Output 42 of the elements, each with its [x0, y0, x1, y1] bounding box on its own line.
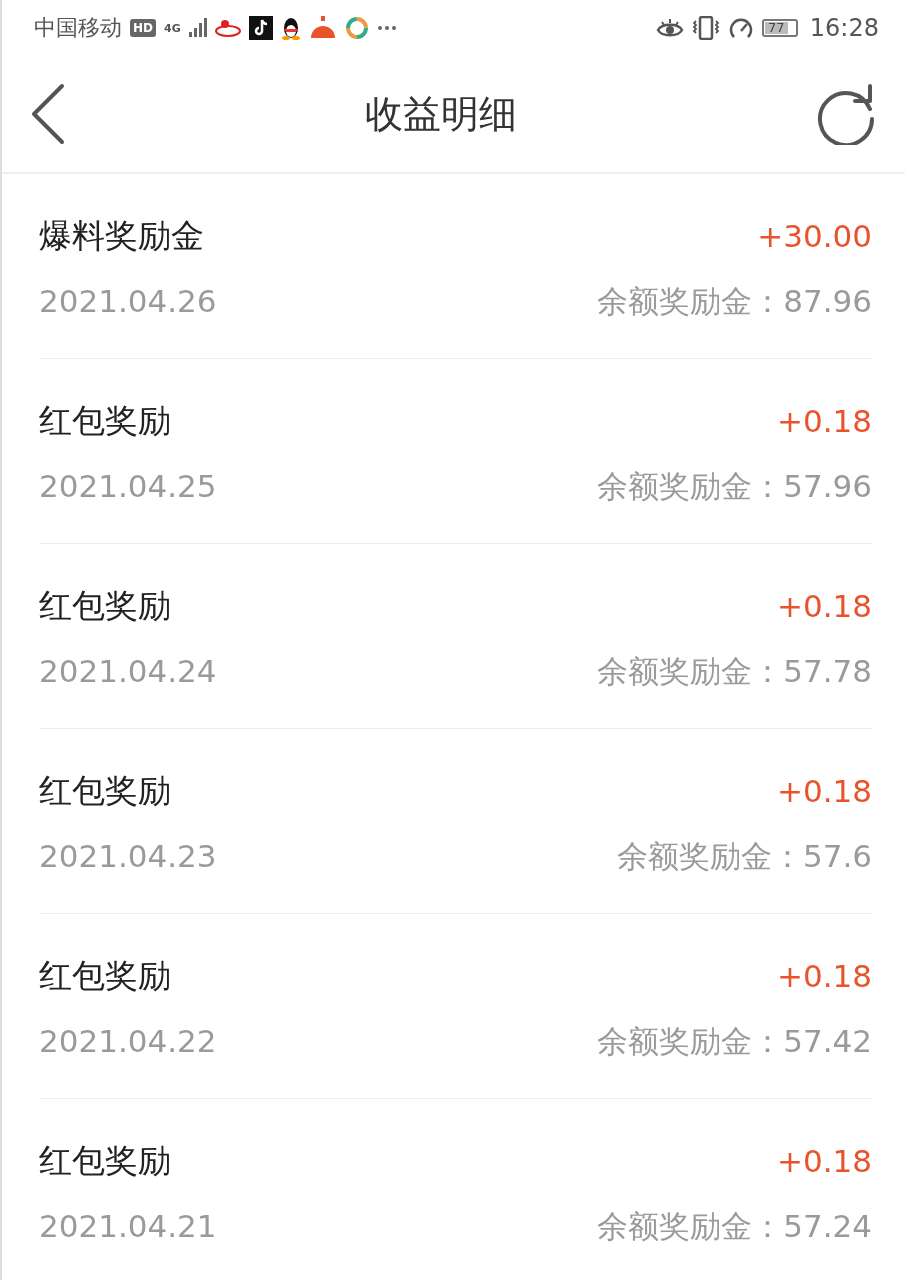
carrier-name: 中国移动 — [34, 14, 122, 42]
clock-time: 16:28 — [809, 14, 879, 42]
record-amount: +0.18 — [777, 772, 872, 809]
record-balance: 余额奖励金：87.96 — [597, 281, 872, 321]
battery-icon: 77 — [761, 19, 798, 37]
record-date: 2021.04.25 — [39, 467, 217, 504]
network-type: 4G — [164, 21, 181, 35]
record-date: 2021.04.21 — [39, 1207, 217, 1244]
page-title: 收益明细 — [364, 90, 517, 138]
record-balance: 余额奖励金：57.6 — [616, 836, 872, 876]
record-amount: +0.18 — [777, 957, 872, 994]
record-title: 红包奖励 — [39, 584, 171, 627]
record-amount: +0.18 — [777, 402, 872, 439]
app-icon — [344, 16, 369, 40]
record-title: 红包奖励 — [39, 1139, 171, 1182]
record-balance: 余额奖励金：57.24 — [597, 1206, 872, 1246]
eye-icon — [655, 18, 684, 38]
music-note-icon — [248, 16, 273, 40]
signal-icon — [188, 18, 207, 38]
app-icon — [308, 16, 337, 40]
record-date: 2021.04.26 — [39, 282, 217, 319]
record-date: 2021.04.23 — [39, 837, 217, 874]
record-amount: +0.18 — [777, 587, 872, 624]
record-date: 2021.04.24 — [39, 652, 217, 689]
record-title: 红包奖励 — [39, 954, 171, 997]
record-amount: +0.18 — [777, 1142, 872, 1179]
app-icon — [214, 17, 241, 39]
record-amount: +30.00 — [757, 217, 872, 254]
record-balance: 余额奖励金：57.96 — [597, 466, 872, 506]
more-icon — [376, 25, 397, 31]
vibrate-icon — [691, 16, 720, 40]
back-icon[interactable] — [30, 83, 66, 145]
hd-badge: HD — [130, 19, 156, 37]
penguin-icon — [280, 16, 301, 40]
record-date: 2021.04.22 — [39, 1022, 217, 1059]
record-title: 爆料奖励金 — [39, 214, 204, 257]
refresh-icon[interactable] — [815, 83, 877, 145]
record-balance: 余额奖励金：57.78 — [597, 651, 872, 691]
record-balance: 余额奖励金：57.42 — [597, 1021, 872, 1061]
record-title: 红包奖励 — [39, 399, 171, 442]
speedometer-icon — [727, 16, 754, 40]
record-title: 红包奖励 — [39, 769, 171, 812]
